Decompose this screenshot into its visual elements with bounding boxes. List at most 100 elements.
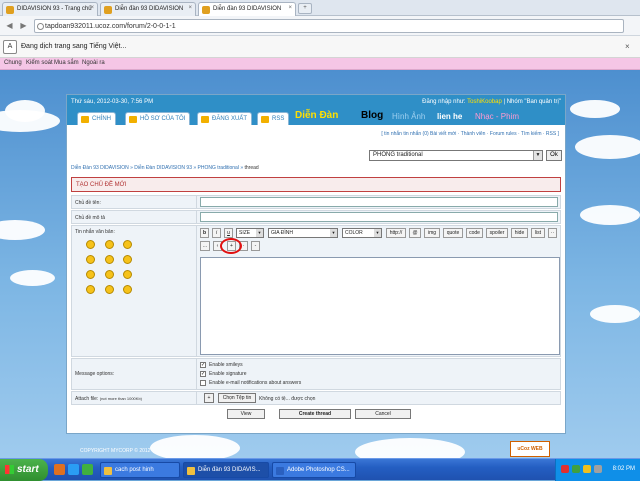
forum-top-links[interactable]: [ tin nhắn tin nhắn (0) Bài viết mới · T… bbox=[381, 131, 559, 137]
options-label: Message options: bbox=[75, 371, 115, 377]
cloud-decoration bbox=[590, 305, 640, 323]
underline-button[interactable]: u bbox=[224, 228, 233, 238]
italic-button[interactable]: i bbox=[212, 228, 221, 238]
img-button[interactable]: img bbox=[424, 228, 440, 238]
browser-tab-3[interactable]: Diễn đàn 93 DIDAVISION × bbox=[198, 2, 296, 16]
font-select[interactable]: GIA ĐÌNH ▼ bbox=[268, 228, 338, 238]
choose-file-button[interactable]: Chọn Tệp tin bbox=[218, 393, 256, 403]
more-button[interactable]: ·· bbox=[548, 228, 557, 238]
new-tab-button[interactable]: + bbox=[298, 3, 312, 14]
nav-music[interactable]: Nhạc - Phim bbox=[475, 112, 519, 121]
smiley-icon[interactable] bbox=[86, 240, 95, 249]
size-select[interactable]: SIZE ▼ bbox=[236, 228, 264, 238]
site-header: Thứ sáu, 2012-03-30, 7:56 PM Đăng nhập n… bbox=[67, 95, 565, 125]
highlight-circle bbox=[220, 238, 242, 254]
options-row: Message options: ✓ Enable smileys ✓ Enab… bbox=[71, 358, 561, 390]
smiley-icon[interactable] bbox=[123, 240, 132, 249]
nav-blog[interactable]: Blog bbox=[361, 110, 383, 121]
notify-label: Enable e-mail notifications about answer… bbox=[209, 380, 302, 386]
close-icon[interactable]: × bbox=[625, 42, 630, 51]
browser-tab-2[interactable]: Diễn đàn 93 DIDAVISION × bbox=[100, 2, 196, 16]
close-icon[interactable]: × bbox=[188, 5, 192, 11]
breadcrumb: Diễn Đàn 93 DIDAVISION » Diễn Đàn DIDAVI… bbox=[71, 165, 259, 171]
signature-checkbox[interactable]: ✓ bbox=[200, 371, 206, 377]
home-icon bbox=[81, 116, 89, 123]
tab-profile[interactable]: HỒ SƠ CỦA TÔI bbox=[125, 112, 191, 125]
browser-nav-bar: ◀ ▶ tapdoan932011.ucoz.com/forum/2-0-0-1… bbox=[0, 16, 640, 36]
description-input[interactable] bbox=[200, 212, 558, 222]
bookmark-item[interactable]: Ngoài ra bbox=[82, 60, 105, 66]
tool-button[interactable]: - bbox=[251, 241, 260, 251]
tray-icon[interactable] bbox=[594, 465, 602, 473]
spoiler-button[interactable]: spoiler bbox=[486, 228, 508, 238]
forum-jump-select[interactable]: PHONG traditional ▼ bbox=[369, 150, 543, 161]
view-button[interactable]: View bbox=[227, 409, 265, 419]
hide-button[interactable]: hide bbox=[511, 228, 528, 238]
cloud-decoration bbox=[575, 135, 640, 159]
tab-main[interactable]: CHÍNH bbox=[77, 112, 116, 125]
smiley-icon[interactable] bbox=[86, 270, 95, 279]
quicklaunch-icon[interactable] bbox=[82, 464, 93, 475]
smiley-icon[interactable] bbox=[86, 285, 95, 294]
close-icon[interactable]: × bbox=[90, 5, 94, 11]
smiley-icon[interactable] bbox=[105, 270, 114, 279]
subject-input[interactable] bbox=[200, 197, 558, 207]
signature-label: Enable signature bbox=[209, 371, 247, 377]
quicklaunch-icon[interactable] bbox=[54, 464, 65, 475]
list-button[interactable]: list bbox=[531, 228, 545, 238]
chevron-down-icon: ▼ bbox=[533, 151, 542, 160]
create-thread-button[interactable]: Create thread bbox=[279, 409, 351, 419]
smiley-icon[interactable] bbox=[105, 240, 114, 249]
smiley-icon[interactable] bbox=[123, 270, 132, 279]
more-options-button[interactable]: ... bbox=[200, 241, 210, 251]
back-icon[interactable]: ◀ bbox=[4, 20, 15, 31]
smiley-icon[interactable] bbox=[123, 255, 132, 264]
chevron-down-icon: ▼ bbox=[374, 229, 381, 237]
smiley-icon[interactable] bbox=[86, 255, 95, 264]
taskbar-item[interactable]: Diễn đàn 93 DIDAVIS... bbox=[183, 462, 269, 478]
nav-contact[interactable]: lien he bbox=[437, 112, 462, 121]
jump-ok-button[interactable]: Ok bbox=[546, 150, 562, 161]
color-select[interactable]: COLOR ▼ bbox=[342, 228, 382, 238]
smiley-icon[interactable] bbox=[105, 255, 114, 264]
bookmarks-bar: Chung Kiểm soát Mua sắm Ngoài ra bbox=[0, 58, 640, 70]
taskbar-item[interactable]: cach post hinh bbox=[100, 462, 180, 478]
code-button[interactable]: code bbox=[466, 228, 483, 238]
username-link[interactable]: ToshiKoobap bbox=[467, 99, 502, 105]
browser-tab-1[interactable]: DIDAVISION 93 - Trang chủ × bbox=[2, 2, 98, 16]
browser-tab-bar: DIDAVISION 93 - Trang chủ × Diễn đàn 93 D… bbox=[0, 0, 640, 16]
address-bar[interactable]: tapdoan932011.ucoz.com/forum/2-0-0-1-1 bbox=[34, 19, 624, 33]
bookmark-item[interactable]: Chung bbox=[4, 60, 22, 66]
quicklaunch-icon[interactable] bbox=[68, 464, 79, 475]
page-title: TẠO CHỦ ĐỀ MỚI bbox=[71, 177, 561, 192]
tray-icon[interactable] bbox=[561, 465, 569, 473]
nav-images[interactable]: Hình Ảnh bbox=[392, 112, 425, 121]
smiley-icon[interactable] bbox=[123, 285, 132, 294]
chevron-down-icon: ▼ bbox=[256, 229, 263, 237]
smileys-checkbox[interactable]: ✓ bbox=[200, 362, 206, 368]
cloud-decoration bbox=[570, 100, 620, 118]
taskbar-item[interactable]: Adobe Photoshop CS... bbox=[272, 462, 356, 478]
notify-checkbox[interactable] bbox=[200, 380, 206, 386]
rss-icon bbox=[261, 116, 269, 123]
ucoz-logo[interactable]: uCoz WEB bbox=[510, 441, 550, 457]
nav-forum[interactable]: Diễn Đàn bbox=[295, 110, 338, 121]
tab-logout[interactable]: ĐĂNG XUẤT bbox=[197, 112, 253, 125]
email-button[interactable]: @ bbox=[409, 228, 421, 238]
windows-taskbar: start cach post hinh Diễn đàn 93 DIDAVIS… bbox=[0, 458, 640, 481]
start-button[interactable]: start bbox=[0, 459, 48, 481]
bookmark-item[interactable]: Mua sắm bbox=[54, 60, 79, 66]
tab-rss[interactable]: RSS bbox=[257, 112, 290, 125]
close-icon[interactable]: × bbox=[288, 5, 292, 11]
add-attachment-button[interactable]: + bbox=[204, 393, 214, 403]
cancel-button[interactable]: Cancel bbox=[355, 409, 411, 419]
bold-button[interactable]: b bbox=[200, 228, 209, 238]
tray-icon[interactable] bbox=[583, 465, 591, 473]
bookmark-item[interactable]: Kiểm soát bbox=[26, 60, 53, 66]
url-button[interactable]: http:// bbox=[386, 228, 406, 238]
forward-icon[interactable]: ▶ bbox=[18, 20, 29, 31]
smiley-icon[interactable] bbox=[105, 285, 114, 294]
quote-button[interactable]: quote bbox=[443, 228, 463, 238]
tray-icon[interactable] bbox=[572, 465, 580, 473]
message-textarea[interactable] bbox=[200, 257, 560, 355]
